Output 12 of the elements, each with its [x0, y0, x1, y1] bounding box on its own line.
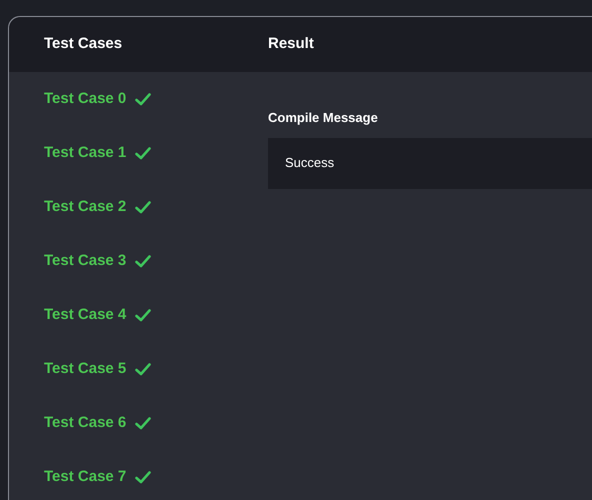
test-case-item[interactable]: Test Case 4: [44, 305, 268, 326]
test-case-item[interactable]: Test Case 2: [44, 197, 268, 218]
test-case-item[interactable]: Test Case 1: [44, 143, 268, 164]
test-case-item[interactable]: Test Case 7: [44, 467, 268, 488]
test-case-item[interactable]: Test Case 6: [44, 413, 268, 434]
compile-message: Success: [285, 154, 334, 172]
test-case-item[interactable]: Test Case 0: [44, 89, 268, 110]
column-heading: Test Cases: [44, 34, 124, 54]
test-case-item[interactable]: Test Case 5: [44, 359, 268, 380]
test-case-item[interactable]: Test Case 3: [44, 251, 268, 272]
column-heading: Result: [268, 34, 314, 54]
section-heading: Compile Message: [268, 109, 379, 127]
